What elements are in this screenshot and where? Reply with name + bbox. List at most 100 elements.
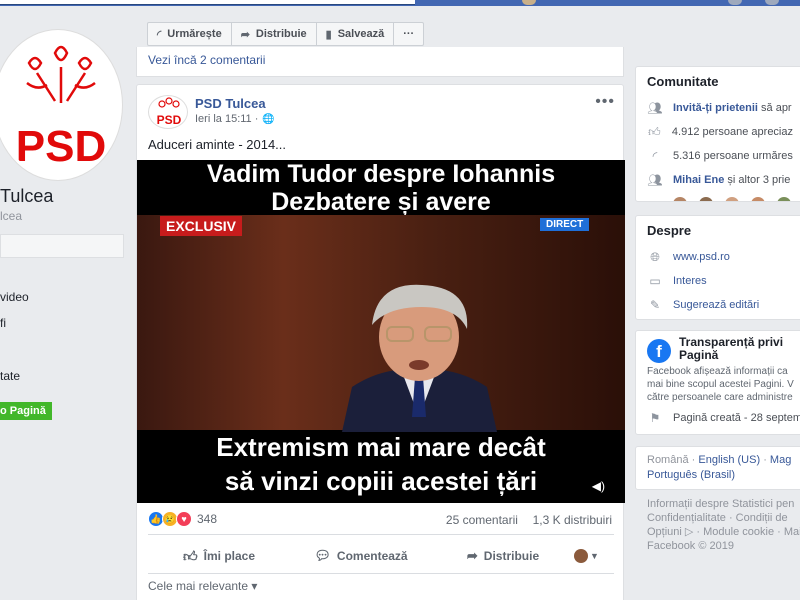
comment-button[interactable]: 💬︎ Comentează bbox=[290, 548, 432, 564]
svg-text:PSD: PSD bbox=[16, 122, 106, 171]
post-author-name[interactable]: PSD Tulcea bbox=[195, 96, 266, 111]
comment-bubble-icon: 💬︎ bbox=[314, 548, 331, 563]
transparency-desc-line: Facebook afișează informații ca bbox=[647, 366, 788, 377]
more-options-button[interactable]: ··· bbox=[394, 23, 423, 45]
page-created-text: Pagină creată - 28 septem bbox=[673, 412, 800, 424]
avatar[interactable] bbox=[699, 197, 713, 201]
save-button[interactable]: ▮ Salvează bbox=[317, 23, 395, 45]
page-username: lcea bbox=[0, 209, 23, 223]
category-link[interactable]: Interes bbox=[673, 275, 707, 287]
avatar[interactable] bbox=[725, 197, 739, 201]
search-bar[interactable] bbox=[0, 0, 415, 5]
share-arrow-icon: ➦ bbox=[240, 28, 250, 41]
share-page-button[interactable]: ➦ Distribuie bbox=[232, 23, 317, 45]
friend-avatars bbox=[636, 192, 800, 201]
suggest-edits-row: ✎ Sugerează editări bbox=[636, 293, 800, 317]
language-link-english[interactable]: English (US) bbox=[698, 454, 760, 466]
about-title: Despre bbox=[647, 223, 692, 238]
notifications-icon[interactable] bbox=[728, 0, 742, 5]
pencil-icon: ✎ bbox=[649, 298, 661, 312]
avatar[interactable] bbox=[777, 197, 791, 201]
people-icon: 👥︎ bbox=[647, 101, 663, 115]
transparency-desc-line: mai bine scopul acestei Pagini. V bbox=[647, 379, 794, 390]
facebook-logo-icon: f bbox=[647, 339, 671, 363]
video-frame bbox=[137, 215, 625, 432]
website-link[interactable]: www.psd.ro bbox=[673, 251, 730, 263]
messages-icon[interactable] bbox=[765, 0, 779, 5]
transparency-desc-line: către persoanele care administre bbox=[647, 392, 793, 403]
footer-link[interactable]: Confidențialitate · Condiții de bbox=[647, 511, 800, 525]
post-text: Aduceri aminte - 2014... bbox=[148, 137, 287, 152]
bookmark-icon: ▮ bbox=[325, 28, 332, 41]
flag-icon: ⚑ bbox=[649, 411, 661, 425]
share-post-label: Distribuie bbox=[483, 549, 540, 563]
globe-icon: 🌐 bbox=[262, 113, 275, 125]
create-page-button[interactable]: o Pagină bbox=[0, 402, 52, 420]
invite-suffix: să apr bbox=[757, 102, 792, 114]
page-profile-picture[interactable]: PSD bbox=[0, 30, 122, 180]
live-badge: DIRECT bbox=[540, 218, 590, 231]
invite-friends-row: 👥︎ Invită-ți prietenii să apr bbox=[636, 96, 800, 120]
comment-sort-dropdown[interactable]: Cele mai relevante ▾ bbox=[148, 579, 257, 593]
likes-count: 4.912 persoane apreciaz bbox=[671, 126, 793, 138]
avatar[interactable] bbox=[673, 197, 687, 201]
invite-friends-link[interactable]: Invită-ți prietenii bbox=[673, 102, 758, 114]
avatar[interactable] bbox=[522, 0, 536, 5]
shares-count[interactable]: 1,3 K distribuiri bbox=[533, 513, 612, 527]
reaction-count: 348 bbox=[197, 512, 218, 526]
divider bbox=[148, 573, 614, 574]
language-link-magyar[interactable]: Mag bbox=[770, 454, 791, 466]
tag-icon: ▭ bbox=[649, 274, 661, 288]
reactions-summary[interactable]: 👍 😢 ♥ 348 bbox=[148, 511, 217, 527]
page-created-row: ⚑ Pagină creată - 28 septem bbox=[636, 406, 800, 430]
left-search-box[interactable] bbox=[0, 234, 124, 258]
community-title: Comunitate bbox=[647, 74, 719, 89]
follow-button[interactable]: ◜ Urmărește bbox=[148, 23, 232, 45]
page-action-bar: ◜ Urmărește ➦ Distribuie ▮ Salvează ··· bbox=[147, 22, 425, 46]
post-actions-bar: 👍︎ Îmi place 💬︎ Comentează ➦ Distribuie … bbox=[148, 541, 614, 571]
post-timestamp[interactable]: Ieri la 15:11 · 🌐 bbox=[195, 113, 275, 125]
nav-item-photos[interactable]: fi bbox=[0, 316, 6, 330]
avatar[interactable] bbox=[751, 197, 765, 201]
video-player[interactable]: Vadim Tudor despre Iohannis Dezbatere și… bbox=[137, 160, 625, 503]
friend-name-link[interactable]: Mihai Ene bbox=[673, 174, 724, 186]
post-time-text: Ieri la 15:11 · bbox=[195, 113, 259, 125]
video-title-line1: Vadim Tudor despre Iohannis bbox=[206, 160, 556, 188]
video-caption-overlay: Extremism mai mare decât să vinzi copiii… bbox=[137, 430, 625, 498]
people-icon: 👥︎ bbox=[647, 173, 663, 187]
view-more-comments-link[interactable]: Vezi încă 2 comentarii bbox=[148, 53, 265, 67]
share-button[interactable]: ➦ Distribuie bbox=[432, 548, 574, 564]
nav-item-community[interactable]: tate bbox=[0, 369, 20, 383]
footer-link[interactable]: Informații despre Statistici pen bbox=[647, 497, 800, 511]
video-title-overlay: Vadim Tudor despre Iohannis Dezbatere și… bbox=[137, 160, 625, 216]
category-row: ▭ Interes bbox=[636, 269, 800, 293]
post-as-selector[interactable]: ▼ bbox=[574, 549, 614, 563]
page-footer: Informații despre Statistici pen Confide… bbox=[647, 497, 800, 553]
followers-row: ◜ 5.316 persoane urmăres bbox=[636, 144, 800, 168]
post-author-avatar[interactable]: PSD bbox=[148, 95, 188, 129]
copyright: Facebook © 2019 bbox=[647, 540, 734, 552]
globe-icon: 🌐︎ bbox=[650, 249, 660, 264]
exclusive-badge: EXCLUSIV bbox=[160, 216, 243, 236]
share-label: Distribuie bbox=[255, 28, 307, 40]
like-button[interactable]: 👍︎ Îmi place bbox=[148, 548, 290, 565]
transparency-title-line2: Pagină bbox=[679, 348, 719, 362]
comment-label: Comentează bbox=[336, 549, 408, 563]
suggest-edits-link[interactable]: Sugerează editări bbox=[673, 299, 759, 311]
left-column: PSD Tulcea lcea video fi tate o Pagină bbox=[0, 6, 136, 600]
footer-link[interactable]: Opțiuni ▷ · Module cookie · Mai bbox=[647, 525, 800, 539]
nav-item-video[interactable]: video bbox=[0, 290, 29, 304]
language-link-portuguese[interactable]: Português (Brasil) bbox=[647, 468, 793, 483]
chevron-down-icon: ▼ bbox=[590, 551, 599, 561]
transparency-description: Facebook afișează informații ca mai bine… bbox=[647, 365, 794, 404]
friends-suffix: și altor 3 prie bbox=[724, 174, 791, 186]
post-stats: 25 comentarii 1,3 K distribuiri bbox=[446, 513, 612, 527]
svg-text:PSD: PSD bbox=[157, 113, 182, 127]
post-options-icon[interactable]: ••• bbox=[595, 93, 615, 111]
previous-post-footer: Vezi încă 2 comentarii bbox=[136, 47, 624, 77]
psd-logo-icon: PSD bbox=[16, 45, 106, 171]
volume-icon[interactable]: ◀) bbox=[592, 479, 605, 493]
about-card: Despre 🌐︎ www.psd.ro ▭ Interes ✎ Sugerea… bbox=[635, 215, 800, 320]
comments-count[interactable]: 25 comentarii bbox=[446, 513, 518, 527]
rss-icon: ◜ bbox=[157, 28, 162, 41]
